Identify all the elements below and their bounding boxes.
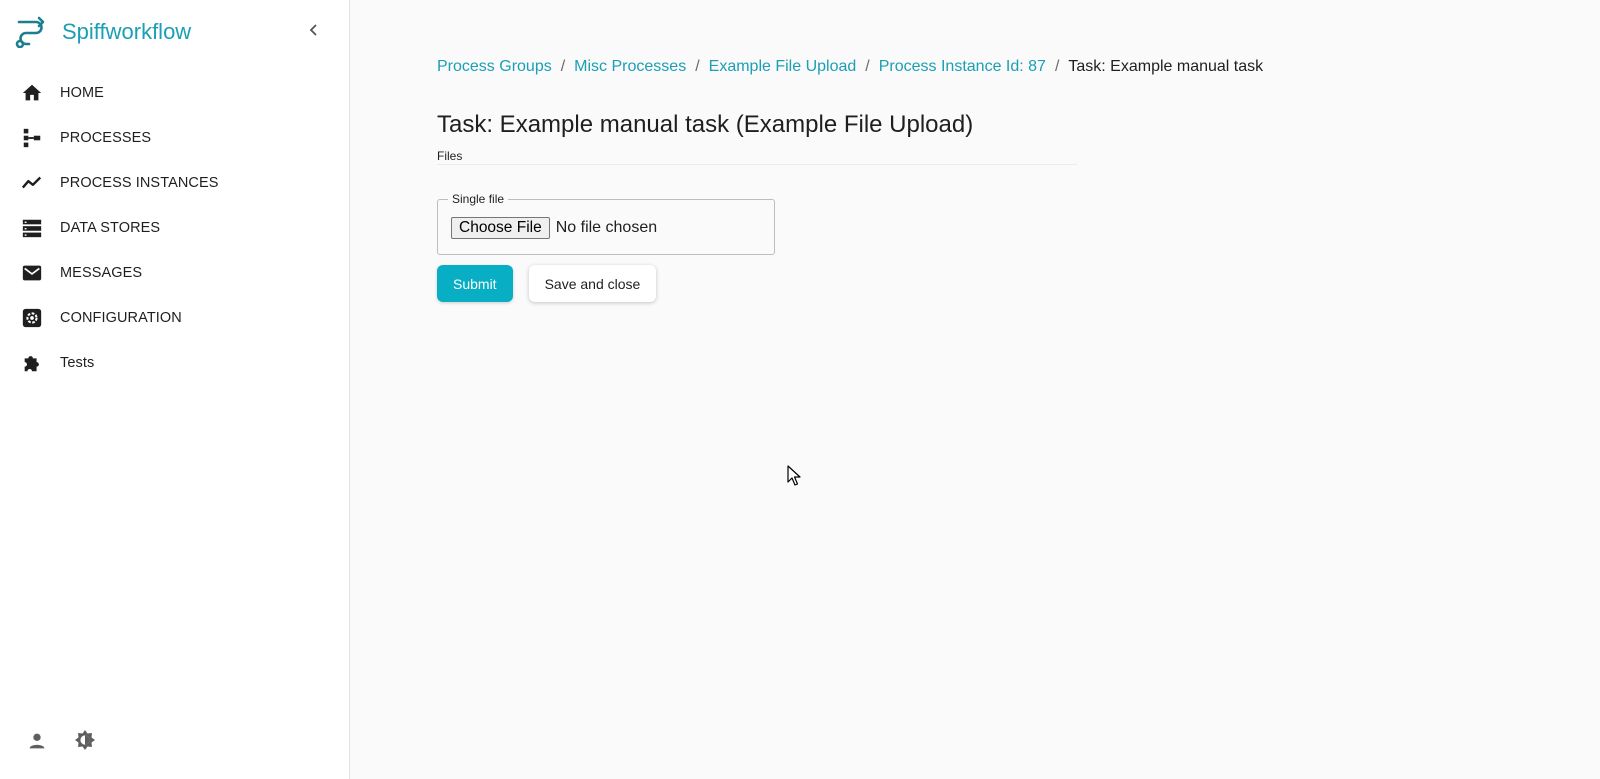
breadcrumb-link-example-file-upload[interactable]: Example File Upload [709,58,857,76]
settings-icon [20,306,44,330]
file-input: Choose File No file chosen [451,217,657,239]
sidebar-item-processes[interactable]: PROCESSES [0,115,349,160]
breadcrumb-separator: / [560,58,566,75]
sidebar-item-data-stores[interactable]: DATA STORES [0,205,349,250]
submit-button[interactable]: Submit [437,265,513,302]
sidebar-item-label: PROCESSES [60,129,152,146]
single-file-fieldset: Single file Choose File No file chosen [437,192,775,255]
user-icon [26,730,48,757]
breadcrumb-link-process-groups[interactable]: Process Groups [437,58,552,76]
sidebar-item-label: DATA STORES [60,219,161,236]
puzzle-icon [20,351,44,375]
page-title: Task: Example manual task (Example File … [437,111,974,138]
process-tree-icon [20,126,44,150]
sidebar-item-home[interactable]: HOME [0,70,349,115]
sidebar-item-label: HOME [60,84,104,101]
trend-line-icon [20,171,44,195]
chevron-left-icon [306,22,322,43]
sidebar-item-label: PROCESS INSTANCES [60,174,219,191]
breadcrumb-separator: / [865,58,870,75]
breadcrumb-current: Task: Example manual task [1068,58,1264,75]
main-content: Process Groups / Misc Processes / Exampl… [350,0,1600,779]
theme-toggle-icon [73,729,97,758]
choose-file-button[interactable]: Choose File [451,217,550,239]
breadcrumb-link-misc-processes[interactable]: Misc Processes [574,58,686,76]
home-icon [20,81,44,105]
brand[interactable]: Spiffworkflow [0,0,349,64]
spiffworkflow-logo-icon [14,15,48,49]
sidebar-item-label: MESSAGES [60,264,143,281]
file-status: No file chosen [555,219,658,236]
mouse-pointer-icon [787,465,803,487]
breadcrumb-link-process-instance[interactable]: Process Instance Id: 87 [879,58,1046,76]
sidebar-item-label: Tests [60,354,95,371]
collapse-sidebar-button[interactable] [302,20,326,44]
sidebar: Spiffworkflow HOME PROCESSES PROCESS INS… [0,0,350,779]
app-root: Spiffworkflow HOME PROCESSES PROCESS INS… [0,0,1600,779]
sidebar-item-tests[interactable]: Tests [0,340,349,385]
sidebar-item-process-instances[interactable]: PROCESS INSTANCES [0,160,349,205]
field-legend: Single file [448,192,509,206]
mail-icon [20,261,44,285]
sidebar-nav: HOME PROCESSES PROCESS INSTANCES DATA ST… [0,70,349,385]
theme-toggle-button[interactable] [72,729,98,758]
brand-name: Spiffworkflow [62,19,192,44]
sidebar-item-label: CONFIGURATION [60,309,182,326]
form-actions: Submit Save and close [437,265,657,302]
user-button[interactable] [24,730,50,756]
section-divider [437,164,1077,165]
breadcrumb-separator: / [1054,58,1060,75]
breadcrumb: Process Groups / Misc Processes / Exampl… [437,58,1263,76]
save-and-close-button[interactable]: Save and close [528,265,657,302]
section-label: Files [437,149,463,163]
sidebar-item-configuration[interactable]: CONFIGURATION [0,295,349,340]
sidebar-footer [24,729,98,758]
breadcrumb-separator: / [695,58,700,75]
data-store-icon [20,216,44,240]
sidebar-item-messages[interactable]: MESSAGES [0,250,349,295]
